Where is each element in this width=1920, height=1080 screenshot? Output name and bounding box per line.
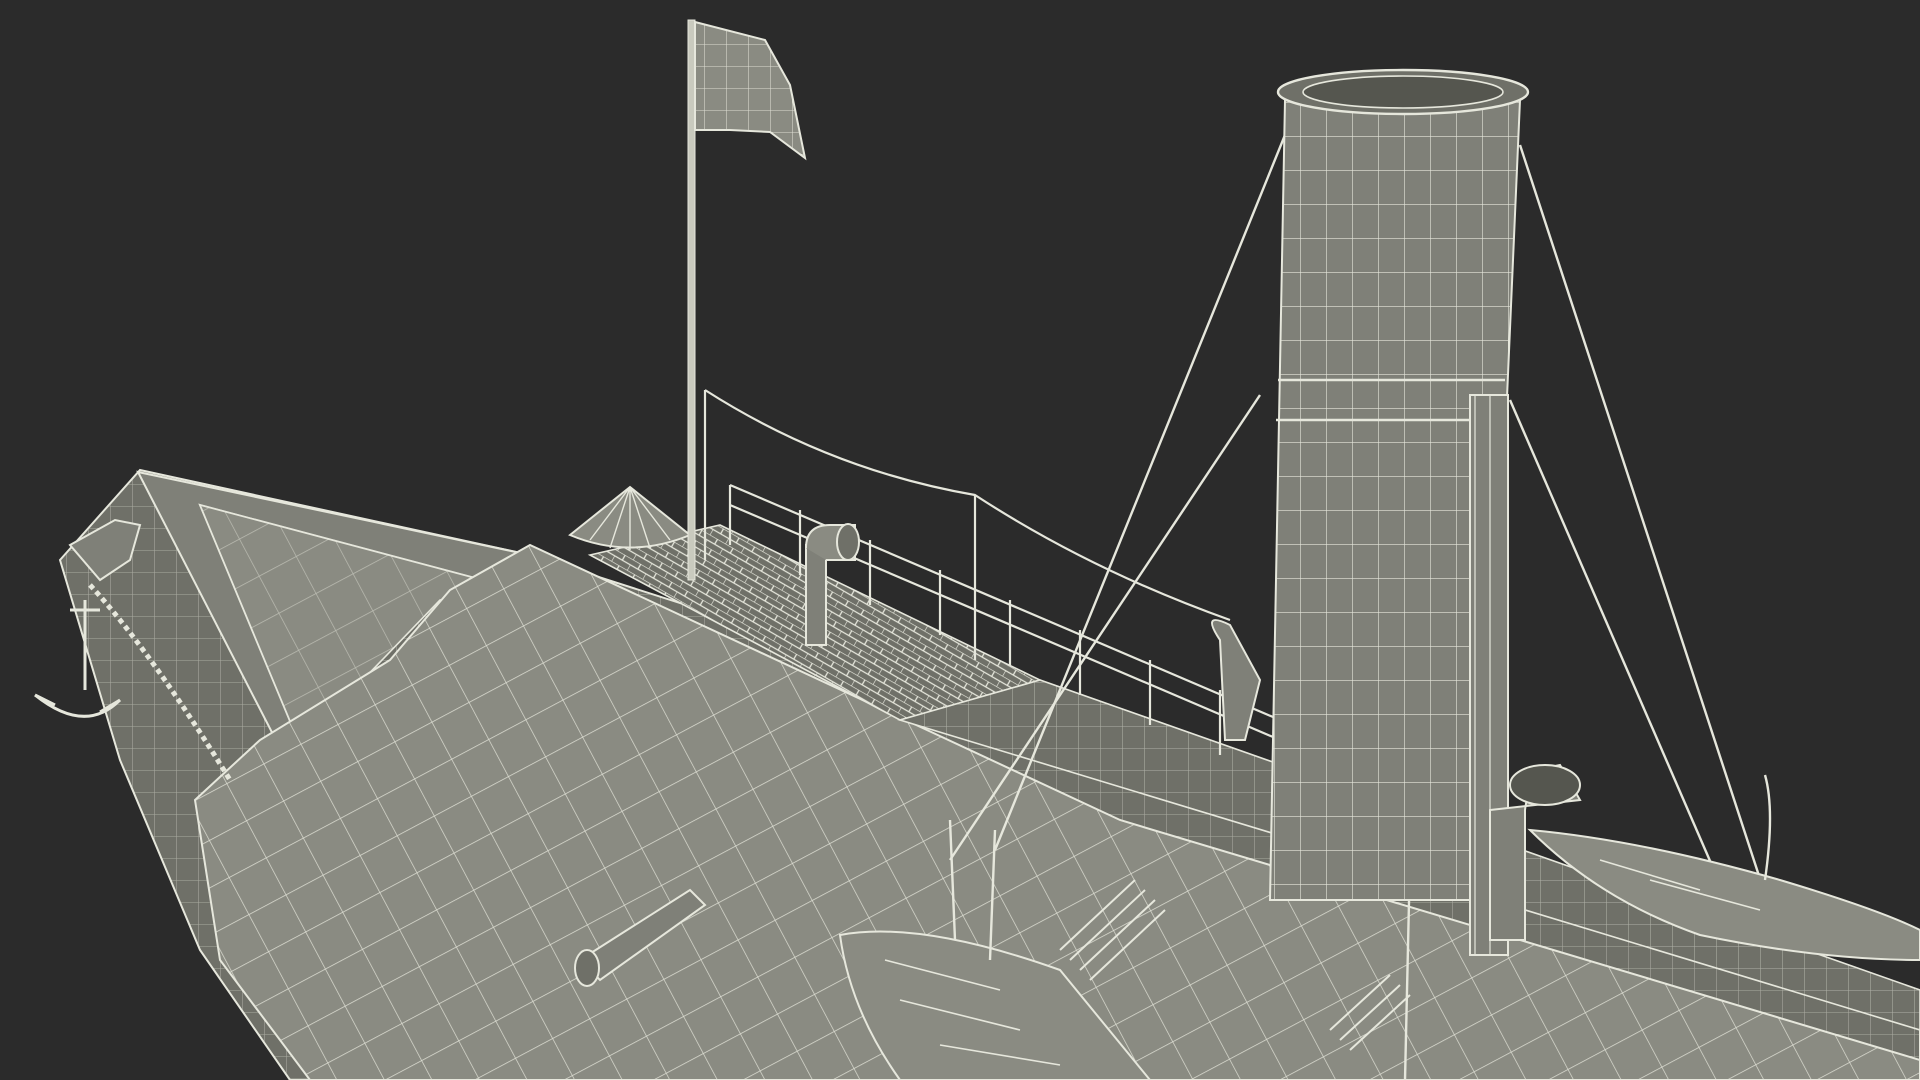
capstan — [568, 485, 692, 550]
ship-wireframe-scene — [34, 19, 1920, 1080]
render-viewport — [0, 0, 1920, 1080]
ventilator-icon — [836, 523, 860, 561]
